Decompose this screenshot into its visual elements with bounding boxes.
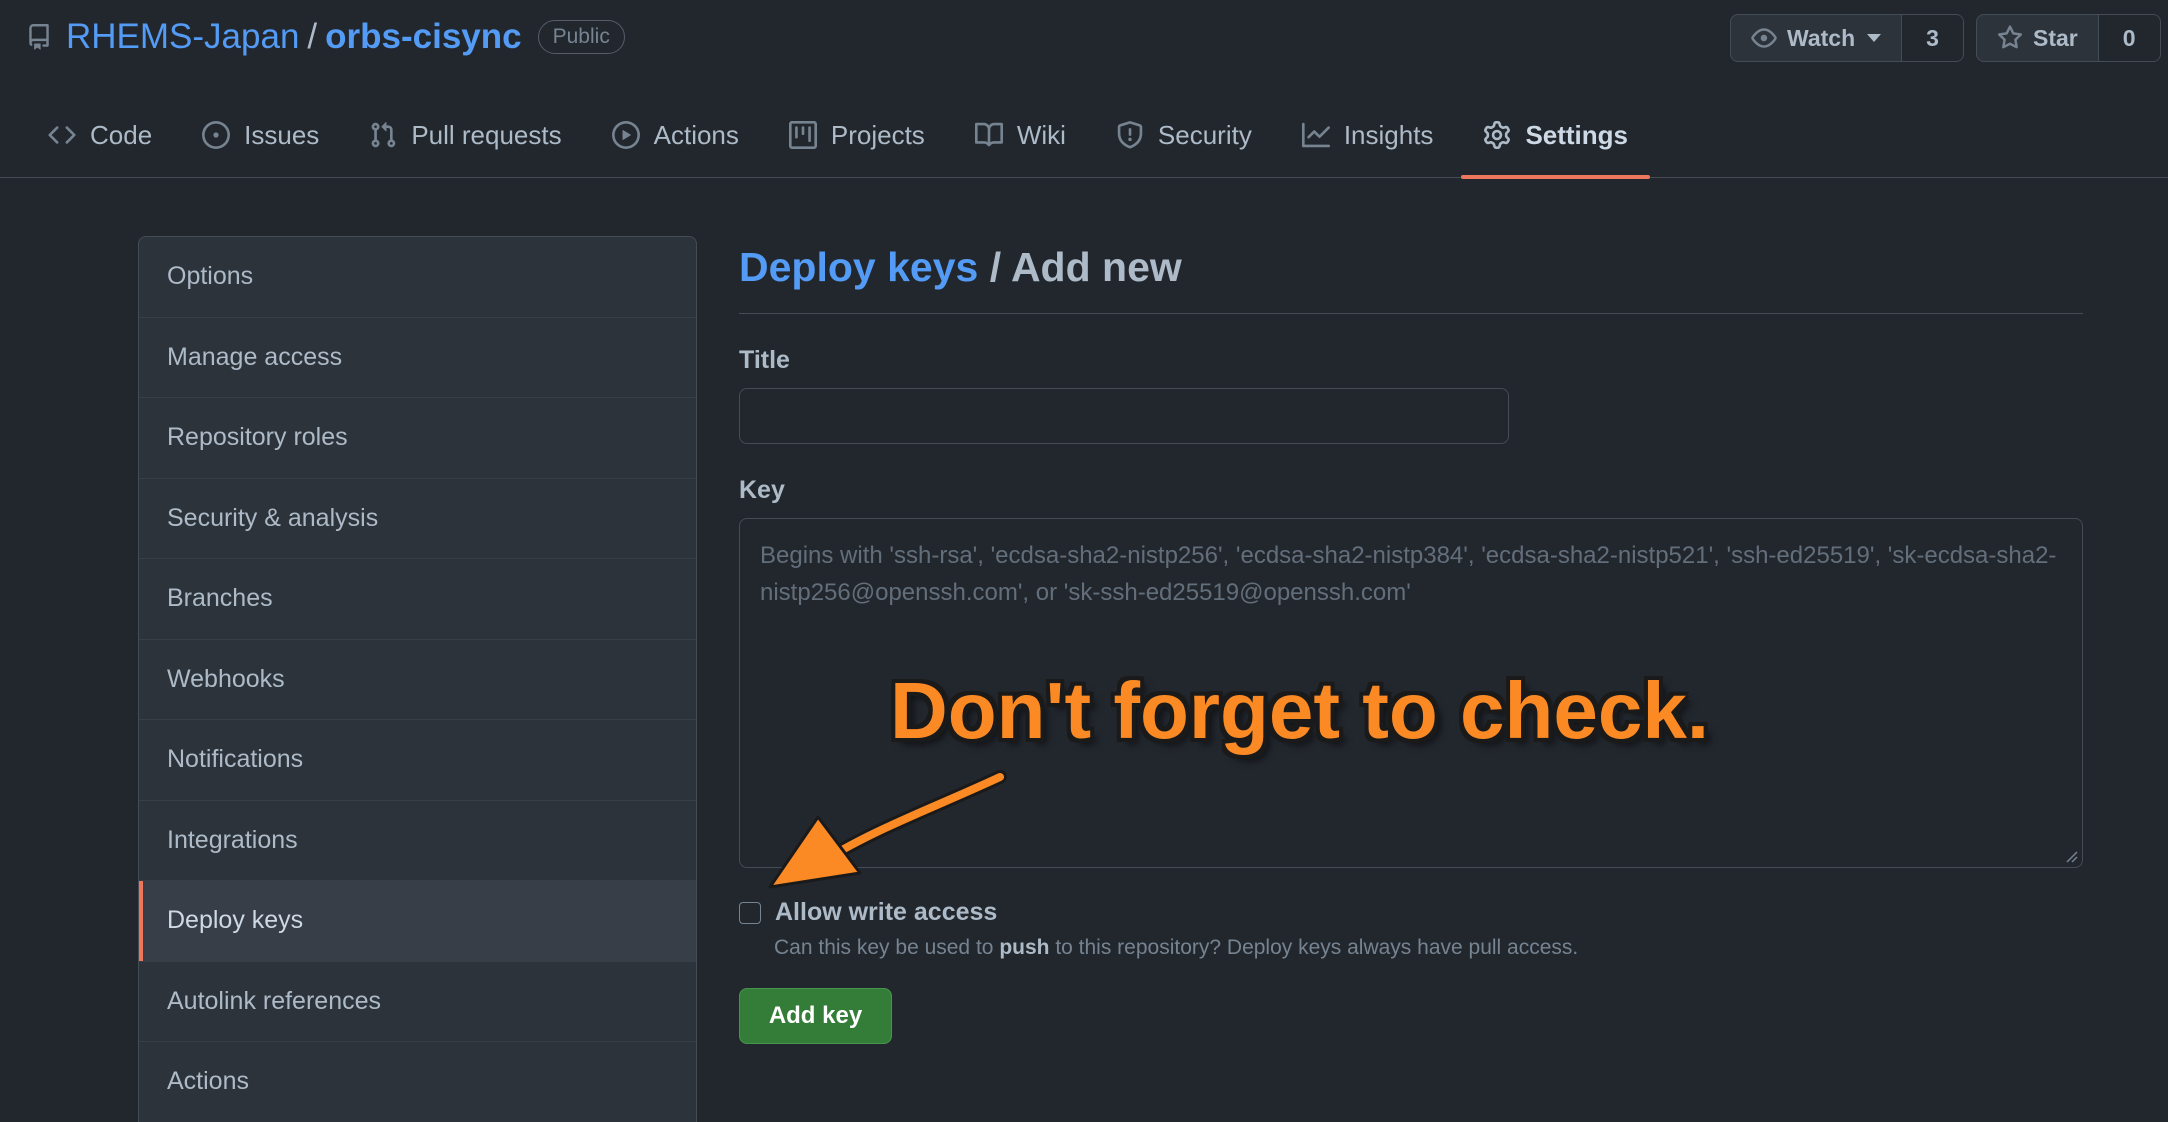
book-icon [974,122,1003,147]
resize-handle-icon[interactable] [2064,849,2078,863]
pull-request-icon [371,122,396,148]
write-access-checkbox[interactable] [739,901,761,924]
repo-header: RHEMS-Japan / orbs-cisync Public Watch 3… [0,0,2168,179]
visibility-badge: Public [537,20,625,54]
star-button[interactable]: Star [1977,15,2099,61]
repo-separator: / [307,17,318,56]
sidebar-item-deploy-keys[interactable]: Deploy keys [139,881,696,962]
note-text: Can this key be used to [774,936,1000,959]
tab-label: Code [90,120,153,150]
watch-button-group: Watch 3 [1730,14,1964,62]
sidebar-item-repository-roles[interactable]: Repository roles [139,398,696,479]
tab-label: Projects [830,120,925,150]
eye-icon [1751,28,1777,48]
tab-label: Issues [244,120,320,150]
tab-label: Settings [1525,120,1629,150]
page-title: Deploy keys / Add new [739,236,2083,314]
note-text-end: to this repository? Deploy keys always h… [1049,936,1579,959]
star-icon [1997,25,2023,49]
key-placeholder: Begins with 'ssh-rsa', 'ecdsa-sha2-nistp… [760,542,2057,606]
graph-icon [1301,122,1330,148]
title-label: Title [739,346,790,374]
annotation-arrow-icon [768,770,1007,889]
project-icon [788,121,817,149]
tab-pull-requests[interactable]: Pull requests [347,102,583,178]
tab-wiki[interactable]: Wiki [953,102,1088,178]
annotation-callout: Don't forget to check. [890,666,1710,755]
sidebar-item-branches[interactable]: Branches [139,559,696,640]
title-input[interactable] [739,388,1509,444]
repo-tabs: Code Issues Pull requests Actions Projec… [26,102,1656,179]
tab-insights[interactable]: Insights [1280,102,1456,178]
deploy-keys-link[interactable]: Deploy keys [739,244,978,290]
watch-label: Watch [1787,24,1856,51]
key-label: Key [739,476,785,504]
add-key-button[interactable]: Add key [739,988,892,1044]
sidebar-item-actions[interactable]: Actions [139,1042,696,1122]
sidebar-item-autolink-references[interactable]: Autolink references [139,962,696,1042]
repo-owner-link[interactable]: RHEMS-Japan [66,17,299,57]
watch-button[interactable]: Watch [1731,15,1903,61]
tab-settings[interactable]: Settings [1461,102,1650,179]
sidebar-item-webhooks[interactable]: Webhooks [139,640,696,720]
play-icon [611,121,640,149]
tab-label: Security [1157,120,1252,150]
issue-icon [202,121,231,149]
repo-title: RHEMS-Japan / orbs-cisync Public [26,14,625,60]
star-label: Star [2033,24,2078,51]
sidebar-item-integrations[interactable]: Integrations [139,801,696,881]
repo-icon [29,24,49,50]
deploy-key-form: Deploy keys / Add new Title Key Begins w… [739,236,2083,1044]
sidebar-item-manage-access[interactable]: Manage access [139,318,696,398]
repo-name-link[interactable]: orbs-cisync [325,17,521,57]
sidebar-item-notifications[interactable]: Notifications [139,720,696,801]
settings-sidebar: Options Manage access Repository roles S… [138,236,697,1122]
tab-label: Pull requests [411,120,562,150]
tab-label: Actions [653,120,739,150]
sidebar-item-security-analysis[interactable]: Security & analysis [139,479,696,559]
star-count[interactable]: 0 [2098,15,2160,61]
tab-issues[interactable]: Issues [180,102,341,178]
tab-label: Wiki [1016,120,1066,150]
tab-security[interactable]: Security [1094,102,1274,178]
tab-code[interactable]: Code [26,102,174,178]
write-access-note: Can this key be used to push to this rep… [774,936,1578,960]
watch-count[interactable]: 3 [1902,15,1963,61]
code-icon [48,126,76,144]
tab-actions[interactable]: Actions [590,102,761,178]
note-bold: push [999,936,1050,959]
tab-label: Insights [1343,120,1434,150]
page-title-rest: / Add new [978,244,1182,290]
chevron-down-icon [1867,34,1882,42]
star-button-group: Star 0 [1976,14,2161,62]
tab-projects[interactable]: Projects [767,102,947,178]
gear-icon [1484,121,1511,149]
sidebar-item-options[interactable]: Options [139,237,696,318]
shield-icon [1117,121,1143,149]
